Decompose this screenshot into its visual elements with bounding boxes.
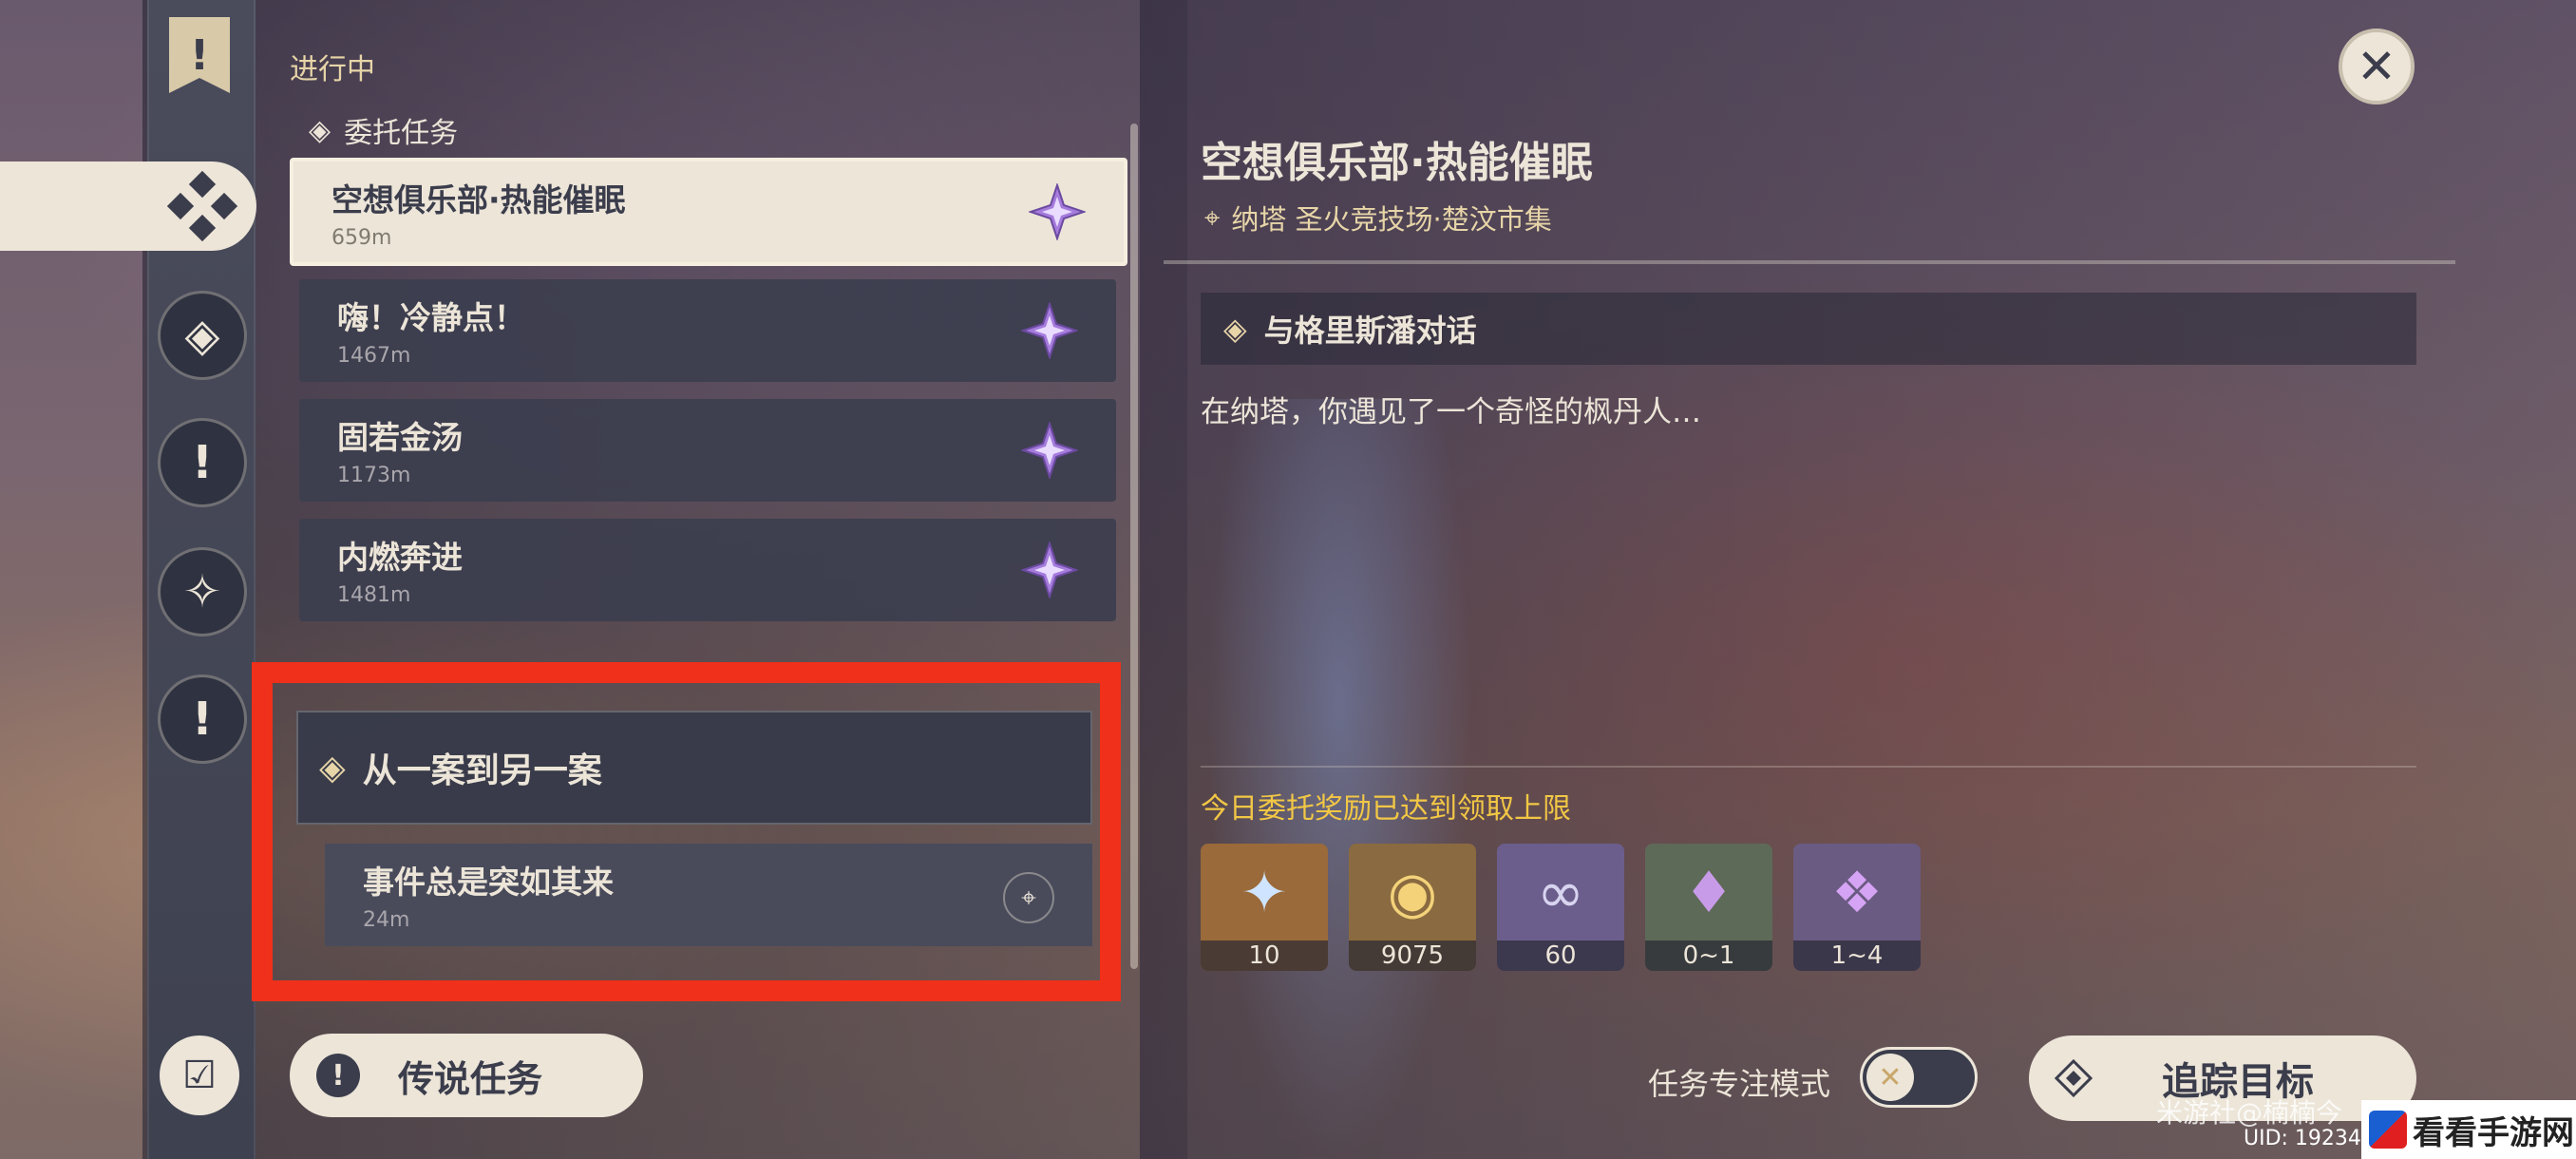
detail-divider [1164,260,2455,264]
uid-label: UID: 19234 [2244,1127,2361,1150]
objective-diamond-icon: ◈ [1223,311,1247,347]
reward-item[interactable]: ♦ 0~1 [1645,844,1772,971]
quest-location: ⌖ 纳塔 圣火竞技场·楚汶市集 [1204,198,1552,238]
commission-star-icon [1029,183,1086,240]
tab-world-quests[interactable]: ✧ [158,547,247,636]
quest-list-scrollbar[interactable] [1130,124,1138,969]
tab-archon-quests[interactable]: ◈ [158,291,247,380]
commission-star-icon [1021,422,1078,479]
exclamation-icon: ! [316,1054,360,1097]
crystal-small-icon: ♦ [1683,860,1734,926]
quest-objective-text: 与格里斯潘对话 [1263,313,1477,349]
diamond-icon: ◈ [309,113,331,147]
commission-star-icon [1021,302,1078,359]
quest-description: 在纳塔，你遇见了一个奇怪的枫丹人… [1201,395,1701,429]
legend-quests-label: 传说任务 [398,1057,543,1100]
quest-location-text: 纳塔 圣火竞技场·楚汶市集 [1231,203,1552,236]
toggle-off-icon: ✕ [1866,1054,1914,1101]
quest-distance: 1173m [337,464,411,487]
story-quest-icon: ! [192,436,213,489]
commission-star-icon [1021,542,1078,598]
quest-item[interactable]: 嗨！冷静点！ 1467m [299,279,1116,382]
crystal-large-icon: ❖ [1831,860,1883,926]
reward-count: 1~4 [1793,940,1921,971]
reward-list: ✦ 10 ◉ 9075 ∞ 60 ♦ 0~1 ❖ 1~4 [1201,844,1921,971]
quest-item[interactable]: 空想俱乐部·热能催眠 659m [290,158,1127,266]
reward-item[interactable]: ∞ 60 [1497,844,1624,971]
quest-title: 空想俱乐部·热能催眠 [331,181,626,218]
background-character [1206,399,1472,1159]
event-quest-icon: ! [192,693,213,746]
reward-count: 10 [1201,940,1328,971]
commission-icon [167,171,237,241]
close-button[interactable]: ✕ [2339,28,2415,104]
archon-quest-icon: ◈ [184,309,220,362]
reward-count: 60 [1497,940,1624,971]
tab-story-quests[interactable]: ! [158,418,247,507]
quest-item[interactable]: 内燃奔进 1481m [299,519,1116,621]
quest-title: 固若金汤 [337,419,463,456]
mora-icon: ◉ [1387,860,1438,926]
adventure-exp-icon: ✦ [1240,860,1289,926]
focus-mode-toggle[interactable]: ✕ [1860,1047,1978,1108]
commission-section-header: ◈ 委托任务 [309,109,458,151]
quest-distance: 659m [331,226,392,250]
site-logo: 看看手游网 [2361,1100,2576,1159]
quest-title: 嗨！冷静点！ [337,299,525,336]
tab-event-quests[interactable]: ! [158,674,247,764]
reward-item[interactable]: ◉ 9075 [1349,844,1476,971]
reward-limit-note: 今日委托奖励已达到领取上限 [1201,792,1571,826]
site-logo-text: 看看手游网 [2413,1113,2574,1152]
legend-quests-button[interactable]: ! 传说任务 [290,1034,643,1117]
reward-item[interactable]: ✦ 10 [1201,844,1328,971]
in-progress-label: 进行中 [290,53,375,86]
close-icon: ✕ [2357,39,2396,94]
checklist-icon: ☑ [182,1054,217,1097]
quest-item[interactable]: 固若金汤 1173m [299,399,1116,502]
location-pin-icon: ⌖ [1204,200,1221,234]
companionship-exp-icon: ∞ [1537,860,1584,926]
quest-distance: 1467m [337,344,411,368]
highlight-annotation [252,662,1121,1001]
reward-divider [1201,766,2416,768]
reward-count: 9075 [1349,940,1476,971]
quest-settings-button[interactable]: ☑ [160,1036,239,1115]
reward-count: 0~1 [1645,940,1772,971]
quest-detail-title: 空想俱乐部·热能催眠 [1201,139,1593,187]
world-quest-icon: ✧ [182,565,222,618]
reward-item[interactable]: ❖ 1~4 [1793,844,1921,971]
site-logo-icon [2369,1111,2407,1149]
quest-objective: ◈ 与格里斯潘对话 [1201,293,2416,365]
quest-title: 内燃奔进 [337,539,463,576]
focus-mode-label: 任务专注模式 [1648,1066,1831,1102]
quest-distance: 1481m [337,583,411,607]
tab-commission[interactable] [0,162,256,251]
commission-section-label: 委托任务 [344,117,459,150]
track-diamond-icon [2052,1056,2095,1100]
source-watermark: 米游社@楠楠今 [2156,1097,2343,1129]
